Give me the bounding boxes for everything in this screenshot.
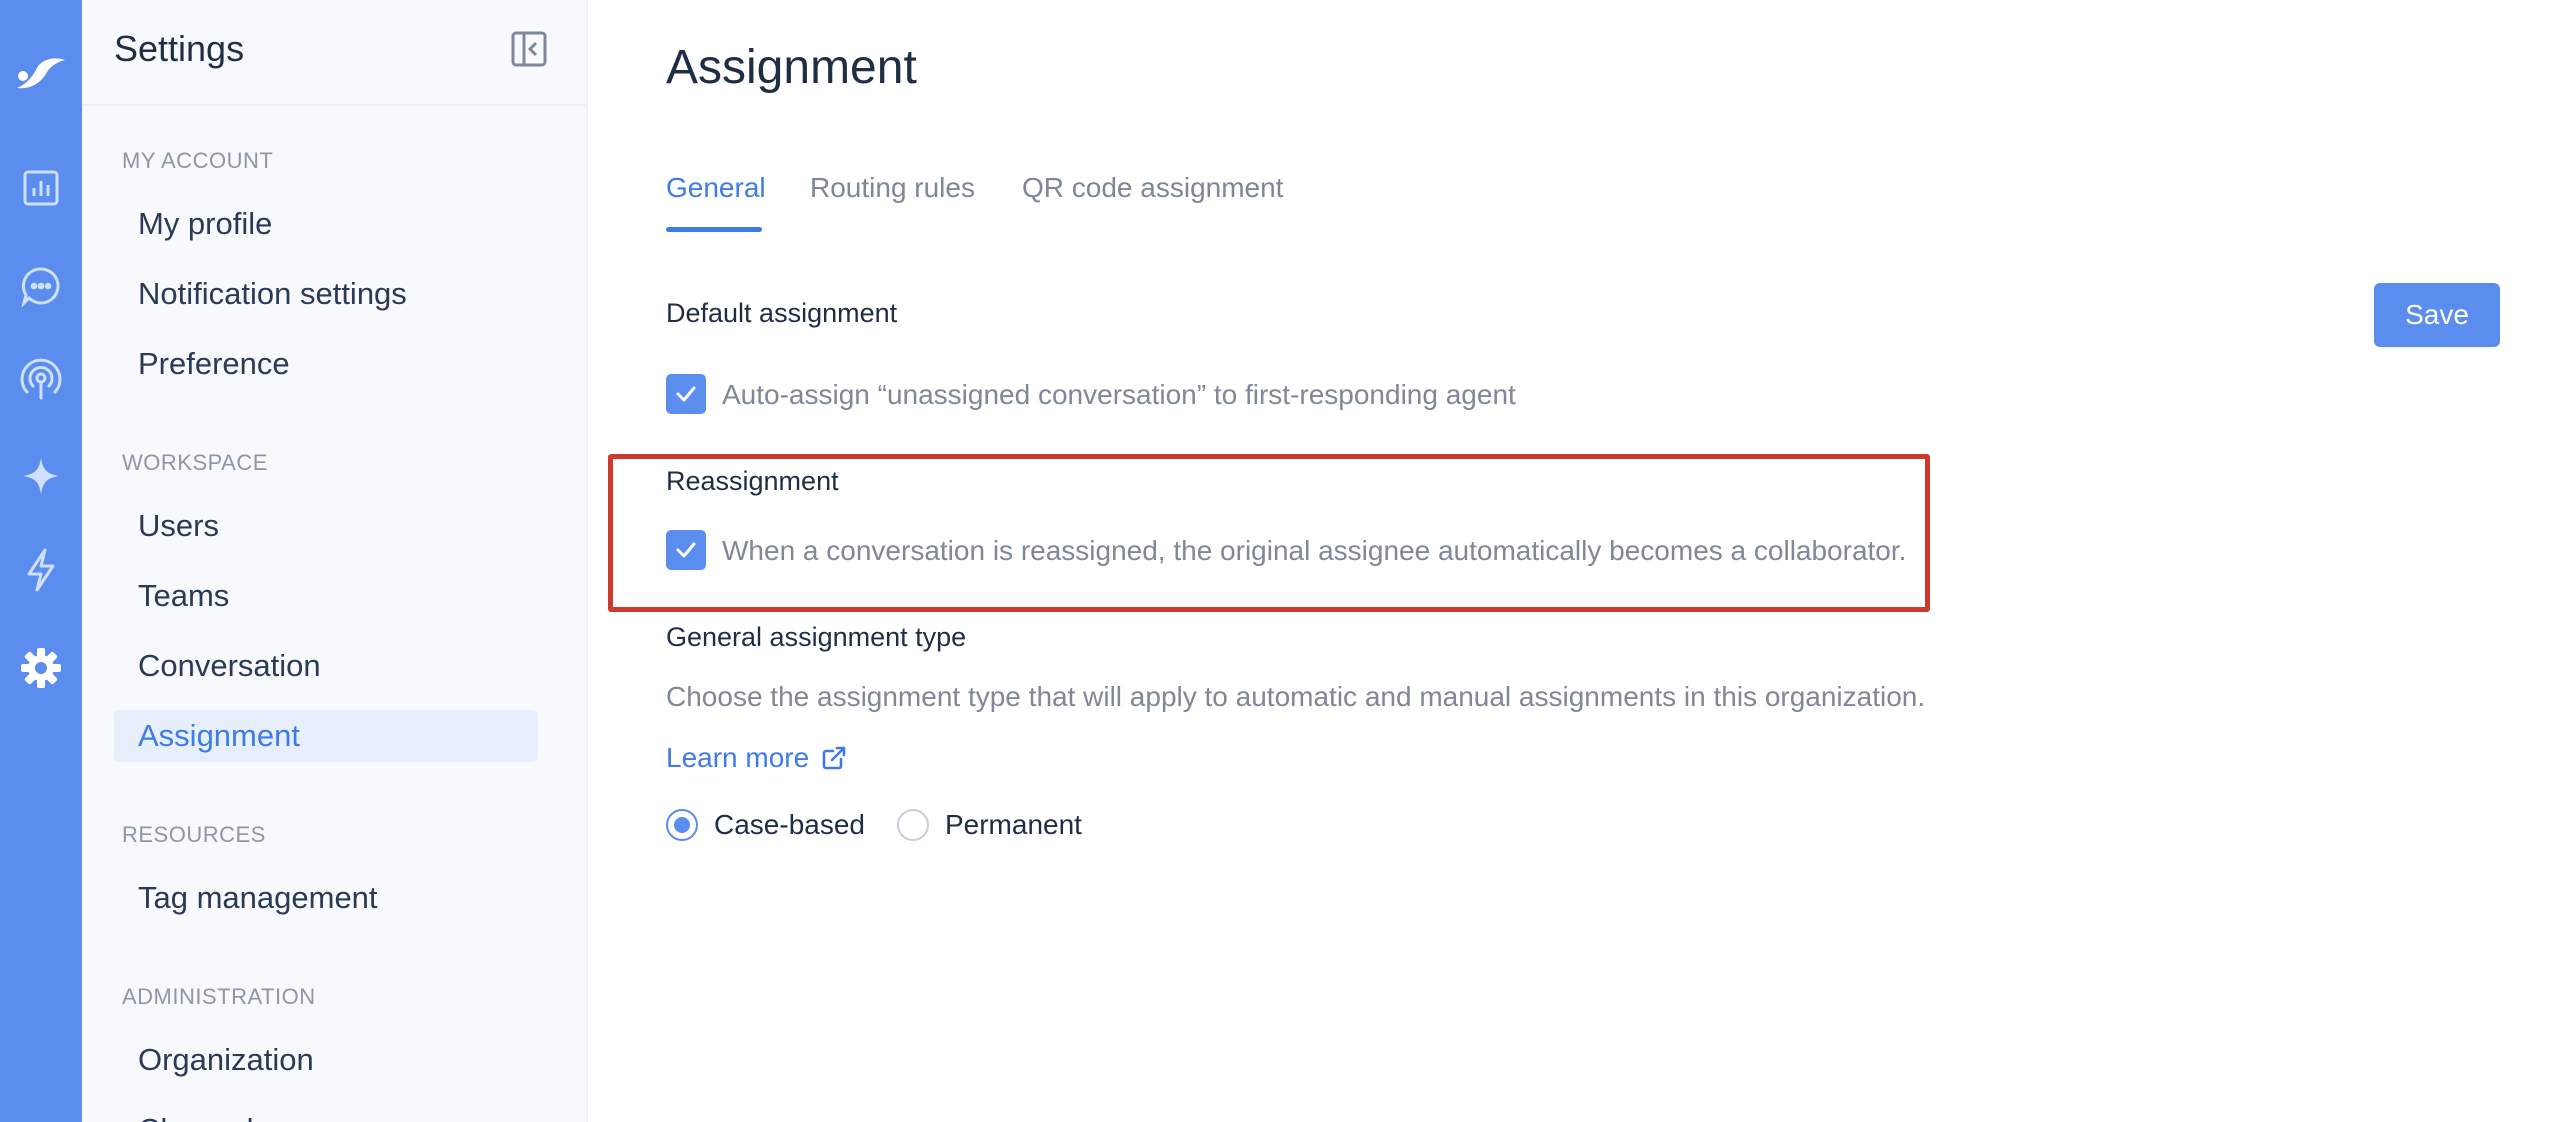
tab-qr-code-assignment[interactable]: QR code assignment	[1022, 172, 1283, 204]
settings-panel-header: Settings	[82, 0, 586, 106]
active-tab-indicator	[666, 227, 762, 232]
radio-permanent[interactable]	[896, 809, 929, 841]
chat-icon[interactable]	[0, 256, 82, 316]
section-heading-administration: ADMINISTRATION	[122, 984, 316, 1009]
learn-more-link[interactable]: Learn more	[666, 742, 847, 774]
nav-item-preference[interactable]: Preference	[114, 338, 538, 390]
reassignment-collaborator-checkbox[interactable]	[666, 530, 706, 570]
app-rail	[0, 0, 82, 1122]
tab-routing-rules[interactable]: Routing rules	[810, 172, 975, 204]
nav-item-notification-settings[interactable]: Notification settings	[114, 268, 538, 320]
tab-general-label: General	[666, 172, 766, 203]
settings-gear-icon[interactable]	[0, 638, 82, 698]
assignment-type-radio-group: Case-based Permanent	[666, 809, 1114, 841]
collapse-sidebar-icon[interactable]	[510, 30, 548, 68]
reassignment-label: Reassignment	[666, 466, 839, 496]
auto-assign-checkbox-label: Auto-assign “unassigned conversation” to…	[722, 379, 1516, 410]
checkmark-icon	[676, 386, 696, 402]
assignment-type-description: Choose the assignment type that will app…	[666, 681, 1926, 712]
main-content: Assignment General Routing rules QR code…	[588, 0, 2566, 1122]
radio-case-based[interactable]	[666, 809, 698, 841]
nav-item-teams[interactable]: Teams	[114, 570, 538, 622]
ai-sparkle-icon[interactable]	[0, 446, 82, 506]
nav-item-tag-management[interactable]: Tag management	[114, 872, 538, 924]
nav-item-assignment[interactable]: Assignment	[114, 710, 538, 762]
save-button[interactable]: Save	[2374, 283, 2500, 347]
section-heading-workspace: WORKSPACE	[122, 450, 268, 475]
nav-item-channels[interactable]: Channels	[114, 1104, 538, 1122]
logo-icon[interactable]	[0, 46, 82, 102]
checkmark-icon	[676, 542, 696, 558]
nav-item-organization[interactable]: Organization	[114, 1034, 538, 1086]
section-heading-resources: RESOURCES	[122, 822, 266, 847]
radio-permanent-label: Permanent	[944, 809, 1082, 840]
analytics-icon[interactable]	[0, 158, 82, 218]
settings-title: Settings	[114, 28, 245, 69]
section-heading-my-account: MY ACCOUNT	[122, 148, 274, 173]
nav-item-conversation[interactable]: Conversation	[114, 640, 538, 692]
auto-assign-checkbox[interactable]	[666, 374, 706, 414]
automation-bolt-icon[interactable]	[0, 540, 82, 600]
nav-item-my-profile[interactable]: My profile	[114, 198, 538, 250]
settings-panel: Settings MY ACCOUNT My profile Notificat…	[82, 0, 586, 1122]
learn-more-label: Learn more	[666, 742, 810, 773]
tab-general[interactable]: General	[666, 172, 766, 232]
external-link-icon	[822, 746, 846, 770]
page-title: Assignment	[666, 41, 917, 94]
nav-item-users[interactable]: Users	[114, 500, 538, 552]
broadcast-icon[interactable]	[0, 350, 82, 410]
reassignment-checkbox-label: When a conversation is reassigned, the o…	[722, 535, 1907, 566]
assignment-type-label: General assignment type	[666, 622, 967, 652]
default-assignment-label: Default assignment	[666, 298, 898, 328]
radio-case-based-label: Case-based	[714, 809, 865, 840]
